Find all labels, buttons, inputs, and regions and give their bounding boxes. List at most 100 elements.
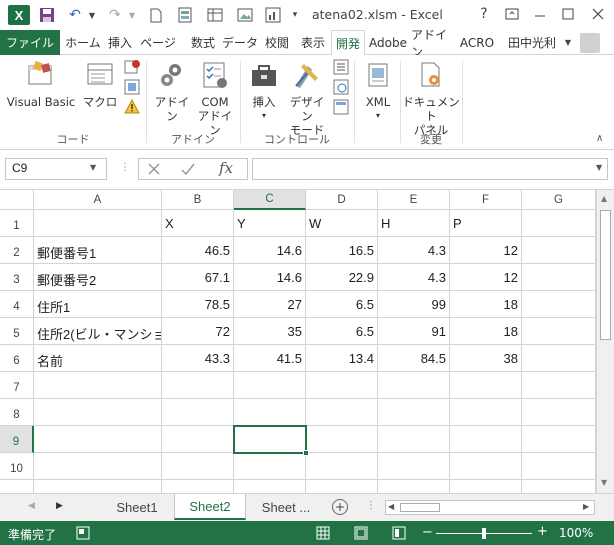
- cell-e9[interactable]: [378, 426, 450, 453]
- cell-e8[interactable]: [378, 399, 450, 426]
- cell-a1[interactable]: [34, 210, 162, 237]
- tab-developer[interactable]: 開発: [331, 30, 365, 56]
- customize-qat-icon[interactable]: ▾: [288, 5, 302, 25]
- cell-e5[interactable]: 91: [378, 318, 450, 345]
- cell-b4[interactable]: 78.5: [162, 291, 234, 318]
- cell-f11[interactable]: [450, 480, 522, 493]
- cell-b8[interactable]: [162, 399, 234, 426]
- com-addins-button[interactable]: COM アドイン: [194, 59, 236, 137]
- redo-dropdown-icon[interactable]: ▼: [126, 5, 138, 25]
- cell-c3[interactable]: 14.6: [234, 264, 306, 291]
- page-break-preview-icon[interactable]: [392, 526, 406, 540]
- addins-button[interactable]: アドイン: [150, 59, 194, 123]
- view-code-icon[interactable]: [333, 79, 349, 95]
- cell-g1[interactable]: [522, 210, 596, 237]
- row-header-9[interactable]: 9: [0, 426, 34, 453]
- tab-formulas[interactable]: 数式: [186, 30, 220, 55]
- tab-review[interactable]: 校閲: [260, 30, 294, 55]
- help-button[interactable]: ?: [472, 3, 496, 25]
- worksheet-grid[interactable]: A B C D E F G 1 2 3 4 5 6 7 8 9 10 XYWHP…: [0, 190, 596, 493]
- visual-basic-button[interactable]: Visual Basic: [6, 59, 76, 109]
- tab-data[interactable]: データ: [222, 30, 258, 55]
- cell-d9[interactable]: [306, 426, 378, 453]
- column-header-c[interactable]: C: [234, 190, 306, 210]
- cell-c1[interactable]: Y: [234, 210, 306, 237]
- cell-b7[interactable]: [162, 372, 234, 399]
- cell-a10[interactable]: [34, 453, 162, 480]
- vertical-scrollbar[interactable]: ▲ ▼: [596, 190, 614, 493]
- active-cell-c9[interactable]: [233, 425, 307, 454]
- scroll-left-icon[interactable]: ◀: [388, 502, 394, 511]
- cell-b11[interactable]: [162, 480, 234, 493]
- tab-file[interactable]: ファイル: [0, 30, 60, 55]
- page-layout-view-icon[interactable]: [354, 526, 368, 540]
- select-all-corner[interactable]: [0, 190, 34, 210]
- user-name[interactable]: 田中光利: [508, 30, 556, 55]
- row-header-11[interactable]: [0, 480, 34, 493]
- formula-input[interactable]: [252, 158, 608, 180]
- row-header-2[interactable]: 2: [0, 237, 34, 264]
- sheet-tab-sheet1[interactable]: Sheet1: [102, 494, 172, 520]
- cell-f10[interactable]: [450, 453, 522, 480]
- cell-g5[interactable]: [522, 318, 596, 345]
- fill-handle[interactable]: [303, 450, 309, 456]
- image-icon[interactable]: [234, 5, 256, 25]
- horizontal-scrollbar[interactable]: ◀ ▶: [385, 500, 595, 515]
- cell-b5[interactable]: 72: [162, 318, 234, 345]
- run-dialog-icon[interactable]: [333, 99, 349, 115]
- zoom-slider-thumb[interactable]: [482, 528, 486, 539]
- cell-c4[interactable]: 27: [234, 291, 306, 318]
- cell-c5[interactable]: 35: [234, 318, 306, 345]
- macros-button[interactable]: マクロ: [82, 59, 118, 109]
- tab-adobe[interactable]: Adobe: [367, 30, 409, 55]
- cell-d6[interactable]: 13.4: [306, 345, 378, 372]
- document-panel-button[interactable]: ドキュメント パネル: [402, 59, 460, 137]
- tab-view[interactable]: 表示: [296, 30, 330, 55]
- row-header-5[interactable]: 5: [0, 318, 34, 345]
- row-header-1[interactable]: 1: [0, 210, 34, 237]
- scroll-right-icon[interactable]: ▶: [583, 502, 589, 511]
- row-header-6[interactable]: 6: [0, 345, 34, 372]
- properties-icon[interactable]: [333, 59, 349, 75]
- cell-g7[interactable]: [522, 372, 596, 399]
- cell-g11[interactable]: [522, 480, 596, 493]
- cell-c6[interactable]: 41.5: [234, 345, 306, 372]
- cell-g6[interactable]: [522, 345, 596, 372]
- ribbon-display-options-button[interactable]: [500, 3, 524, 25]
- cell-f9[interactable]: [450, 426, 522, 453]
- normal-view-icon[interactable]: [316, 526, 330, 540]
- cell-a2[interactable]: 郵便番号1: [34, 237, 162, 264]
- undo-icon[interactable]: ↶: [64, 5, 86, 25]
- tab-acro[interactable]: ACRO: [457, 30, 497, 55]
- zoom-in-icon[interactable]: +: [537, 524, 548, 539]
- add-sheet-button[interactable]: +: [332, 499, 348, 515]
- sheet-tab-sheet2[interactable]: Sheet2: [174, 494, 246, 520]
- column-header-a[interactable]: A: [34, 190, 162, 210]
- cell-e4[interactable]: 99: [378, 291, 450, 318]
- cell-f4[interactable]: 18: [450, 291, 522, 318]
- cell-c11[interactable]: [234, 480, 306, 493]
- tab-addins[interactable]: アドイン: [411, 28, 455, 59]
- new-file-icon[interactable]: [146, 5, 166, 25]
- cell-b1[interactable]: X: [162, 210, 234, 237]
- relative-references-icon[interactable]: [124, 79, 140, 95]
- cell-d10[interactable]: [306, 453, 378, 480]
- cell-g4[interactable]: [522, 291, 596, 318]
- column-header-g[interactable]: G: [522, 190, 596, 210]
- cell-b3[interactable]: 67.1: [162, 264, 234, 291]
- save-icon[interactable]: [36, 5, 58, 25]
- cell-c10[interactable]: [234, 453, 306, 480]
- row-header-10[interactable]: 10: [0, 453, 34, 480]
- cell-a11[interactable]: [34, 480, 162, 493]
- cell-d1[interactable]: W: [306, 210, 378, 237]
- cell-f3[interactable]: 12: [450, 264, 522, 291]
- cell-g8[interactable]: [522, 399, 596, 426]
- cell-d7[interactable]: [306, 372, 378, 399]
- chart-icon[interactable]: [262, 5, 284, 25]
- user-dropdown-icon[interactable]: ▼: [562, 32, 574, 52]
- cell-e2[interactable]: 4.3: [378, 237, 450, 264]
- cell-a8[interactable]: [34, 399, 162, 426]
- cancel-icon[interactable]: [147, 162, 161, 176]
- design-mode-button[interactable]: デザイン モード: [285, 59, 329, 137]
- cell-e7[interactable]: [378, 372, 450, 399]
